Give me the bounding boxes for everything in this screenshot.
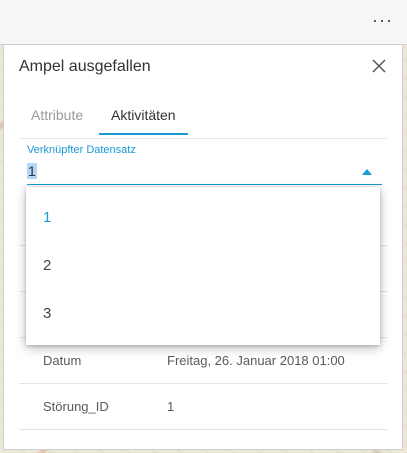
- attribute-key: Störung_ID: [43, 399, 109, 414]
- related-record-select[interactable]: 1: [27, 163, 37, 179]
- attribute-value: 1: [167, 399, 175, 414]
- panel-title: Ampel ausgefallen: [19, 58, 151, 75]
- dropdown-option[interactable]: 2: [43, 257, 51, 274]
- tab-attribute[interactable]: Attribute: [31, 107, 83, 133]
- table-row: Störung_ID 1: [19, 383, 387, 430]
- tab-divider: [19, 138, 387, 139]
- more-options-icon[interactable]: ···: [372, 10, 393, 30]
- attribute-key: Datum: [43, 353, 82, 368]
- caret-up-icon[interactable]: [362, 169, 372, 175]
- dropdown-menu: 1 2 3: [26, 187, 380, 345]
- select-underline: [27, 184, 382, 185]
- dropdown-option[interactable]: 3: [43, 305, 51, 322]
- top-toolbar: ···: [0, 0, 407, 45]
- tab-aktivitaeten[interactable]: Aktivitäten: [99, 107, 188, 135]
- attribute-value: Freitag, 26. Januar 2018 01:00: [167, 353, 345, 368]
- close-icon[interactable]: [370, 57, 388, 75]
- related-record-label: Verknüpfter Datensatz: [27, 144, 136, 156]
- dropdown-option[interactable]: 1: [43, 209, 51, 226]
